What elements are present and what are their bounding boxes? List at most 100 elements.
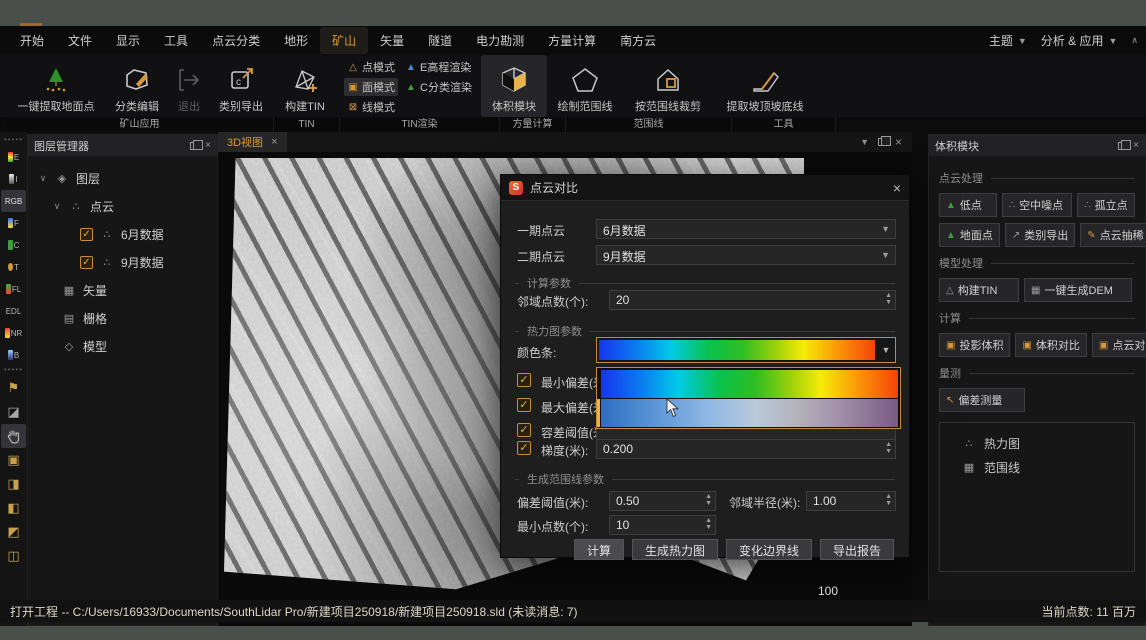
- neighbor-count-input[interactable]: 20 ▲▼: [609, 290, 896, 310]
- render-elevation-button[interactable]: E: [1, 146, 26, 168]
- menu-mine[interactable]: 矿山: [320, 27, 368, 54]
- view-cube-left-icon[interactable]: ◧: [1, 496, 26, 520]
- pointcloud-compare-button[interactable]: ▣点云对比: [1092, 333, 1146, 357]
- menu-tunnel[interactable]: 隧道: [416, 27, 464, 54]
- view-cube-top-icon[interactable]: ▣: [1, 448, 26, 472]
- render-rgb-button[interactable]: RGB: [1, 190, 26, 212]
- ribbon-class-export-button[interactable]: c 类别导出: [210, 55, 272, 117]
- spinner-arrows[interactable]: ▲▼: [885, 493, 892, 507]
- close-panel-icon[interactable]: ×: [1133, 140, 1139, 151]
- theme-menu[interactable]: 主题 ▼: [989, 32, 1027, 49]
- blue-purple-ramp[interactable]: [601, 399, 898, 427]
- low-point-button[interactable]: ▲低点: [939, 193, 997, 217]
- projection-volume-button[interactable]: ▣投影体积: [939, 333, 1010, 357]
- menu-terrain[interactable]: 地形: [272, 27, 320, 54]
- min-points-input[interactable]: 10 ▲▼: [609, 515, 716, 535]
- expander-icon[interactable]: ∨: [38, 173, 48, 184]
- render-time-button[interactable]: T: [1, 256, 26, 278]
- view-cube-front-icon[interactable]: ◨: [1, 472, 26, 496]
- float-panel-icon[interactable]: [1118, 142, 1126, 150]
- expander-icon[interactable]: ∨: [52, 201, 62, 212]
- close-panel-icon[interactable]: ×: [205, 140, 211, 151]
- change-boundary-button[interactable]: 变化边界线: [726, 539, 812, 560]
- ribbon-classify-edit-button[interactable]: 分类编辑: [106, 55, 168, 117]
- render-edl-button[interactable]: EDL: [1, 300, 26, 322]
- pan-hand-icon[interactable]: [1, 424, 26, 448]
- ribbon-extract-ground-button[interactable]: 一键提取地面点: [6, 55, 106, 117]
- menu-power-survey[interactable]: 电力勘测: [464, 27, 536, 54]
- ribbon-build-tin-button[interactable]: 构建TIN: [272, 55, 338, 117]
- ribbon-clip-by-range-button[interactable]: 按范围线裁剪: [623, 55, 713, 117]
- ribbon-draw-range-button[interactable]: 绘制范围线: [547, 55, 623, 117]
- float-panel-icon[interactable]: [190, 142, 198, 150]
- tree-node-vector[interactable]: ▦ 矢量: [32, 276, 213, 304]
- view-cube-right-icon[interactable]: ◩: [1, 520, 26, 544]
- toolbar-drag-handle[interactable]: •••••: [4, 366, 23, 376]
- tolerance-checkbox[interactable]: ✓: [517, 423, 531, 437]
- rainbow-ramp[interactable]: [601, 370, 898, 398]
- render-f-button[interactable]: F: [1, 212, 26, 234]
- render-intensity-button[interactable]: I: [1, 168, 26, 190]
- menu-volume-calc[interactable]: 方量计算: [536, 27, 608, 54]
- spinner-arrows[interactable]: ▲▼: [885, 292, 892, 306]
- menu-file[interactable]: 文件: [56, 27, 104, 54]
- gradient-input[interactable]: 0.200 ▲▼: [596, 439, 896, 459]
- menu-tools[interactable]: 工具: [152, 27, 200, 54]
- elevation-render-button[interactable]: ▲E高程渲染: [402, 58, 475, 76]
- neighbor-radius-input[interactable]: 1.00 ▲▼: [806, 491, 896, 511]
- close-dialog-icon[interactable]: ×: [893, 180, 901, 196]
- min-deviation-checkbox[interactable]: ✓: [517, 373, 531, 387]
- thin-pointcloud-button[interactable]: ✎点云抽稀: [1080, 223, 1146, 247]
- generate-heatmap-button[interactable]: 生成热力图: [632, 539, 718, 560]
- view-cube-iso-icon[interactable]: ◫: [1, 544, 26, 568]
- air-noise-button[interactable]: ∴空中噪点: [1002, 193, 1073, 217]
- restore-view-icon[interactable]: [878, 138, 886, 146]
- menu-start[interactable]: 开始: [8, 27, 56, 54]
- deviation-measure-button[interactable]: ↖偏差测量: [939, 388, 1025, 412]
- select-box-icon[interactable]: ⚑: [1, 376, 26, 400]
- build-tin-button[interactable]: △构建TIN: [939, 278, 1019, 302]
- isolated-point-button[interactable]: ∴孤立点: [1077, 193, 1135, 217]
- spinner-arrows[interactable]: ▲▼: [705, 517, 712, 531]
- toolbar-drag-handle[interactable]: •••••: [4, 136, 23, 146]
- volume-compare-button[interactable]: ▣体积对比: [1015, 333, 1086, 357]
- tree-node-model[interactable]: ◇ 模型: [32, 332, 213, 360]
- ground-point-button[interactable]: ▲地面点: [939, 223, 1000, 247]
- menu-pointcloud-classify[interactable]: 点云分类: [200, 27, 272, 54]
- line-mode-button[interactable]: ⊠线模式: [344, 98, 398, 116]
- collapse-ribbon-icon[interactable]: ∧: [1131, 35, 1138, 46]
- render-classification-button[interactable]: C: [1, 234, 26, 256]
- render-fl-button[interactable]: FL: [1, 278, 26, 300]
- tree-node-pointcloud[interactable]: ∨ ∴ 点云: [32, 192, 213, 220]
- deviation-threshold-input[interactable]: 0.50 ▲▼: [609, 491, 716, 511]
- ribbon-extract-slope-button[interactable]: 提取坡顶坡底线: [713, 55, 817, 117]
- tab-3d-view[interactable]: 3D视图 ×: [218, 132, 287, 152]
- menu-vector[interactable]: 矢量: [368, 27, 416, 54]
- result-rangeline-item[interactable]: ▦ 范围线: [944, 455, 1130, 479]
- face-mode-button[interactable]: ▣面模式: [344, 78, 398, 96]
- tree-node-june-data[interactable]: ✓ ∴ 6月数据: [32, 220, 213, 248]
- gradient-checkbox[interactable]: ✓: [517, 441, 531, 455]
- tree-node-raster[interactable]: ▤ 栅格: [32, 304, 213, 332]
- close-view-icon[interactable]: ×: [895, 135, 902, 149]
- render-blend-button[interactable]: B: [1, 344, 26, 366]
- max-deviation-checkbox[interactable]: ✓: [517, 398, 531, 412]
- compute-button[interactable]: 计算: [574, 539, 624, 560]
- phase2-select[interactable]: 9月数据 ▼: [596, 245, 896, 265]
- analysis-app-menu[interactable]: 分析 & 应用 ▼: [1041, 32, 1118, 49]
- export-report-button[interactable]: 导出报告: [820, 539, 894, 560]
- result-heatmap-item[interactable]: ∴ 热力图: [944, 431, 1130, 455]
- generate-dem-button[interactable]: ▦一键生成DEM: [1024, 278, 1132, 302]
- class-render-button[interactable]: ▲C分类渲染: [402, 78, 475, 96]
- clip-box-icon[interactable]: ◪: [1, 400, 26, 424]
- spinner-arrows[interactable]: ▲▼: [885, 441, 892, 455]
- tree-node-september-data[interactable]: ✓ ∴ 9月数据: [32, 248, 213, 276]
- visibility-checkbox[interactable]: ✓: [80, 256, 93, 269]
- visibility-checkbox[interactable]: ✓: [80, 228, 93, 241]
- class-export-button[interactable]: ↗类别导出: [1005, 223, 1075, 247]
- close-tab-icon[interactable]: ×: [271, 136, 277, 148]
- tab-list-icon[interactable]: ▼: [860, 137, 869, 147]
- menu-display[interactable]: 显示: [104, 27, 152, 54]
- point-mode-button[interactable]: △点模式: [344, 58, 398, 76]
- tree-node-layers[interactable]: ∨ ◈ 图层: [32, 164, 213, 192]
